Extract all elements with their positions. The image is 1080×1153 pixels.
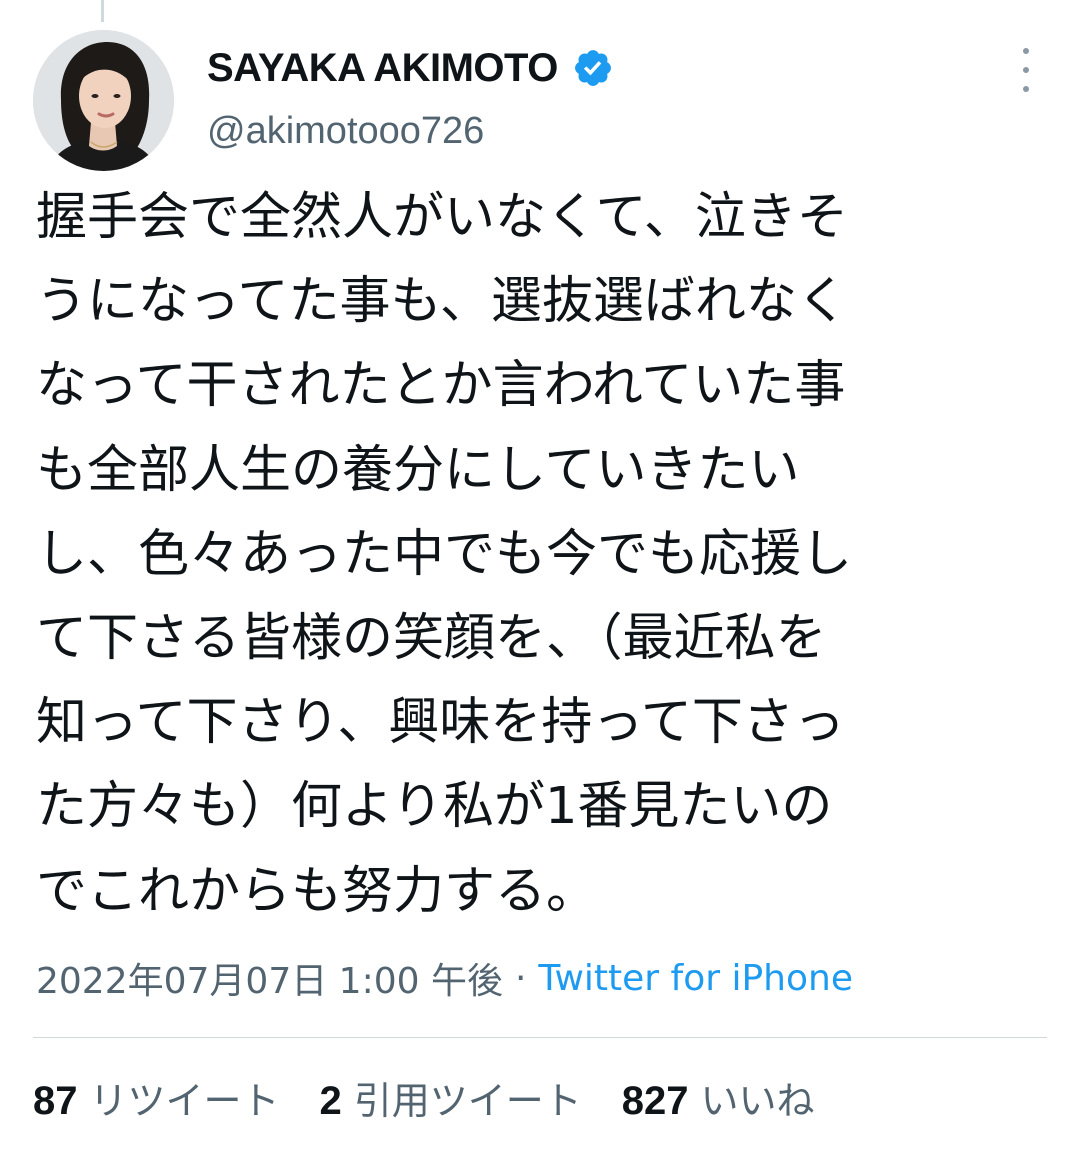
tweet-text-line: うになってた事も、選抜選ばれなく <box>36 272 848 332</box>
verified-badge-icon <box>574 50 611 86</box>
retweets-stat[interactable]: 87 リツイート <box>33 1070 280 1125</box>
likes-stat[interactable]: 827 いいね <box>622 1070 815 1125</box>
likes-label: いいね <box>700 1079 815 1123</box>
quotes-count: 2 <box>319 1079 342 1123</box>
tweet-timestamp[interactable]: 2022年07月07日 1:00 午後 <box>36 952 503 1004</box>
more-options-button[interactable] <box>1006 48 1046 92</box>
tweet-source-link[interactable]: Twitter for iPhone <box>538 958 853 999</box>
tweet-text-line: し、色々あった中でも今でも応援し <box>36 524 853 584</box>
likes-count: 827 <box>621 1079 689 1123</box>
tweet-text-line: でこれからも努力する。 <box>36 861 598 921</box>
more-dot <box>1023 67 1029 73</box>
thread-connector-line <box>101 0 104 22</box>
tweet-text-line: て下さる皆様の笑顔を、（最近私を <box>36 608 827 668</box>
author-display-name[interactable]: SAYAKA AKIMOTO <box>207 46 558 91</box>
tweet-text: 握手会で全然人がいなくて、泣きそ うになってた事も、選抜選ばれなく なって干され… <box>36 176 1046 934</box>
tweet-stats: 87 リツイート 2 引用ツイート 827 いいね <box>33 1070 855 1125</box>
divider <box>33 1037 1047 1038</box>
author-handle[interactable]: @akimotooo726 <box>207 110 484 153</box>
more-vertical-icon <box>1023 48 1029 54</box>
tweet-text-line: なって干されたとか言われていた事 <box>36 356 846 416</box>
avatar-photo <box>33 30 174 171</box>
more-dot <box>1023 86 1029 92</box>
tweet-text-line: 握手会で全然人がいなくて、泣きそ <box>36 188 848 247</box>
tweet-text-line: 知って下さり、興味を持って下さっ <box>36 693 845 753</box>
retweets-count: 87 <box>33 1079 78 1123</box>
quotes-label: 引用ツイート <box>353 1079 582 1123</box>
tweet-text-line: た方々も）何より私が1番見たいの <box>36 777 833 837</box>
meta-separator: · <box>514 957 527 999</box>
tweet-meta: 2022年07月07日 1:00 午後 · Twitter for iPhone <box>36 952 853 1004</box>
retweets-label: リツイート <box>89 1079 280 1123</box>
quotes-stat[interactable]: 2 引用ツイート <box>320 1070 582 1125</box>
author-name-row[interactable]: SAYAKA AKIMOTO <box>207 40 614 96</box>
avatar[interactable] <box>33 30 174 171</box>
tweet-text-line: も全部人生の養分にしていきたい <box>36 440 800 500</box>
